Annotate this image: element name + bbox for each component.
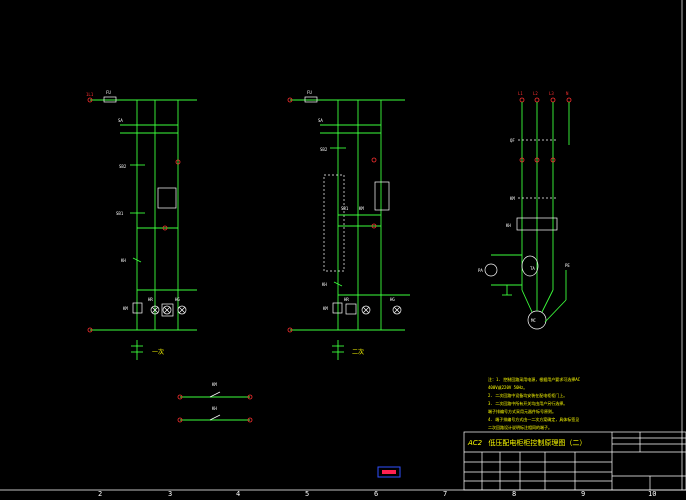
- svg-text:FU: FU: [307, 90, 312, 95]
- circuit-variant-1: 1L1 FU SA SB2 SB1 KH KM HR HG: [86, 90, 197, 360]
- svg-text:FU: FU: [106, 90, 111, 95]
- variant-caption-1: 一次: [152, 349, 165, 356]
- contact-diagram: KM KH: [177, 382, 253, 423]
- svg-text:L2: L2: [533, 91, 538, 96]
- drawing-title-text: 低压配电柜柜控制原理图（二）: [488, 439, 587, 447]
- svg-text:L3: L3: [549, 91, 554, 96]
- svg-text:HG: HG: [390, 297, 395, 302]
- svg-text:HG: HG: [175, 297, 180, 302]
- drawing-title: AC2 低压配电柜柜控制原理图（二）: [468, 438, 586, 448]
- svg-text:KM: KM: [212, 382, 217, 387]
- svg-text:1L1: 1L1: [86, 92, 94, 97]
- svg-text:HR: HR: [148, 297, 153, 302]
- variant-caption-2: 二次: [352, 349, 365, 356]
- svg-text:KM: KM: [123, 306, 128, 311]
- border-number: 6: [374, 490, 379, 498]
- circuit-variant-2: FU SA SB2 SB1 KM KH KM HR HG: [287, 90, 410, 360]
- svg-text:KH: KH: [212, 406, 217, 411]
- svg-text:KM: KM: [323, 306, 328, 311]
- svg-text:KM: KM: [359, 206, 364, 211]
- svg-text:QF: QF: [510, 138, 515, 143]
- svg-text:KH: KH: [506, 223, 511, 228]
- svg-text:KM: KM: [510, 196, 515, 201]
- border-number: 4: [236, 490, 241, 498]
- border-numbers: 2 3 4 5 6 7 8 9 10: [0, 490, 686, 500]
- note-line: 二次回路设计说明标注相同的端子。: [488, 425, 552, 430]
- svg-text:SB2: SB2: [320, 147, 328, 152]
- svg-text:TA: TA: [530, 266, 535, 271]
- note-line: 2. 二次回路中设备均安装在配电柜柜门上。: [488, 393, 568, 398]
- svg-text:SA: SA: [118, 118, 123, 123]
- border-number: 5: [305, 490, 310, 498]
- ammeter-icon: [484, 263, 498, 277]
- svg-text:SB1: SB1: [116, 211, 124, 216]
- note-line: 端子排编号方式采用元器件标号原则。: [488, 409, 556, 414]
- note-line: 注：1. 控制回路采用电源，根据用户要求可选择AC: [488, 377, 581, 382]
- note-line: 3. 二次回路中所有开关均由用户另行选择。: [488, 401, 568, 406]
- fuse-icon: [304, 96, 318, 103]
- design-notes: 注：1. 控制回路采用电源，根据用户要求可选择AC 400V或220V 50Hz…: [488, 376, 618, 432]
- svg-text:SB1: SB1: [341, 206, 349, 211]
- svg-text:KH: KH: [121, 258, 126, 263]
- svg-text:PA: PA: [478, 268, 483, 273]
- border-number: 2: [98, 490, 103, 498]
- power-circuit: L1 L2 L3 N QF KM KH PA TA MC PE: [478, 91, 572, 330]
- svg-text:SA: SA: [318, 118, 323, 123]
- note-line: 4. 端子排编号方式由一二次方案确定，具体标签见: [488, 417, 580, 422]
- svg-text:SB2: SB2: [119, 164, 127, 169]
- border-number: 9: [581, 490, 586, 498]
- drawing-code: AC2: [468, 439, 483, 447]
- svg-text:N: N: [566, 91, 569, 96]
- border-number: 10: [648, 490, 657, 498]
- border-number: 3: [168, 490, 173, 498]
- svg-text:L1: L1: [518, 91, 523, 96]
- border-number: 7: [443, 490, 448, 498]
- note-line: 400V或220V 50Hz。: [488, 385, 528, 390]
- fuse-icon: [103, 96, 117, 103]
- svg-text:KH: KH: [322, 282, 327, 287]
- border-number: 8: [512, 490, 517, 498]
- svg-text:PE: PE: [565, 263, 570, 268]
- svg-text:HR: HR: [344, 297, 349, 302]
- svg-text:MC: MC: [531, 318, 536, 323]
